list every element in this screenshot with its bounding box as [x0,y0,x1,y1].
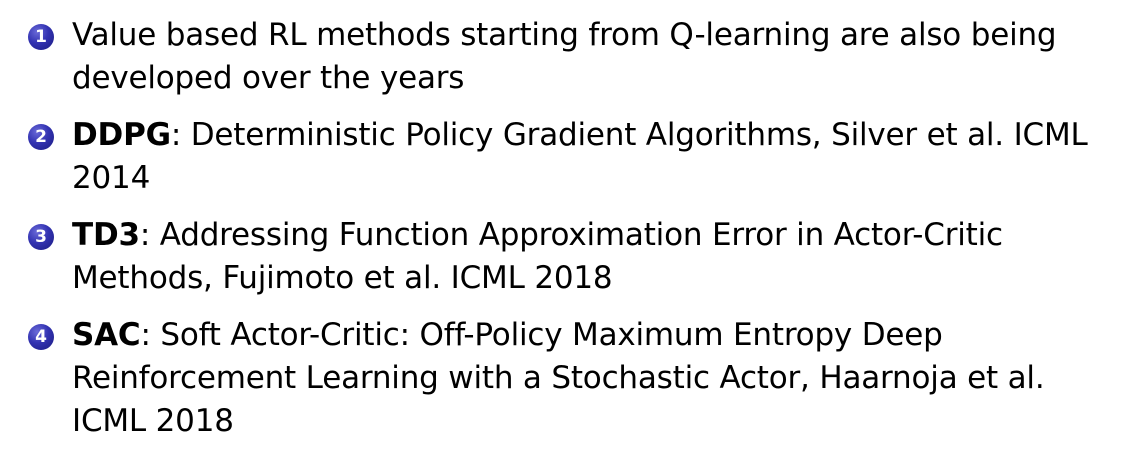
list-item: 3 TD3: Addressing Function Approximation … [28,214,1128,300]
slide: 1 Value based RL methods starting from Q-… [0,0,1145,476]
item-acronym: DDPG [72,117,171,153]
number-ball-icon: 1 [28,24,54,50]
number-ball-icon: 3 [28,224,54,250]
item-acronym: TD3 [72,217,140,253]
item-text: : Soft Actor-Critic: Off-Policy Maximum … [72,317,1045,439]
number-ball-icon: 4 [28,324,54,350]
item-text: Value based RL methods starting from Q-l… [72,17,1057,96]
list-item: 2 DDPG: Deterministic Policy Gradient Alg… [28,114,1128,200]
list-item: 4 SAC: Soft Actor-Critic: Off-Policy Maxi… [28,314,1128,443]
item-text: : Deterministic Policy Gradient Algorith… [72,117,1088,196]
number-ball-icon: 2 [28,124,54,150]
item-acronym: SAC [72,317,141,353]
list-item: 1 Value based RL methods starting from Q-… [28,14,1128,100]
item-text: : Addressing Function Approximation Erro… [72,217,1003,296]
enumerated-list: 1 Value based RL methods starting from Q-… [28,14,1128,443]
